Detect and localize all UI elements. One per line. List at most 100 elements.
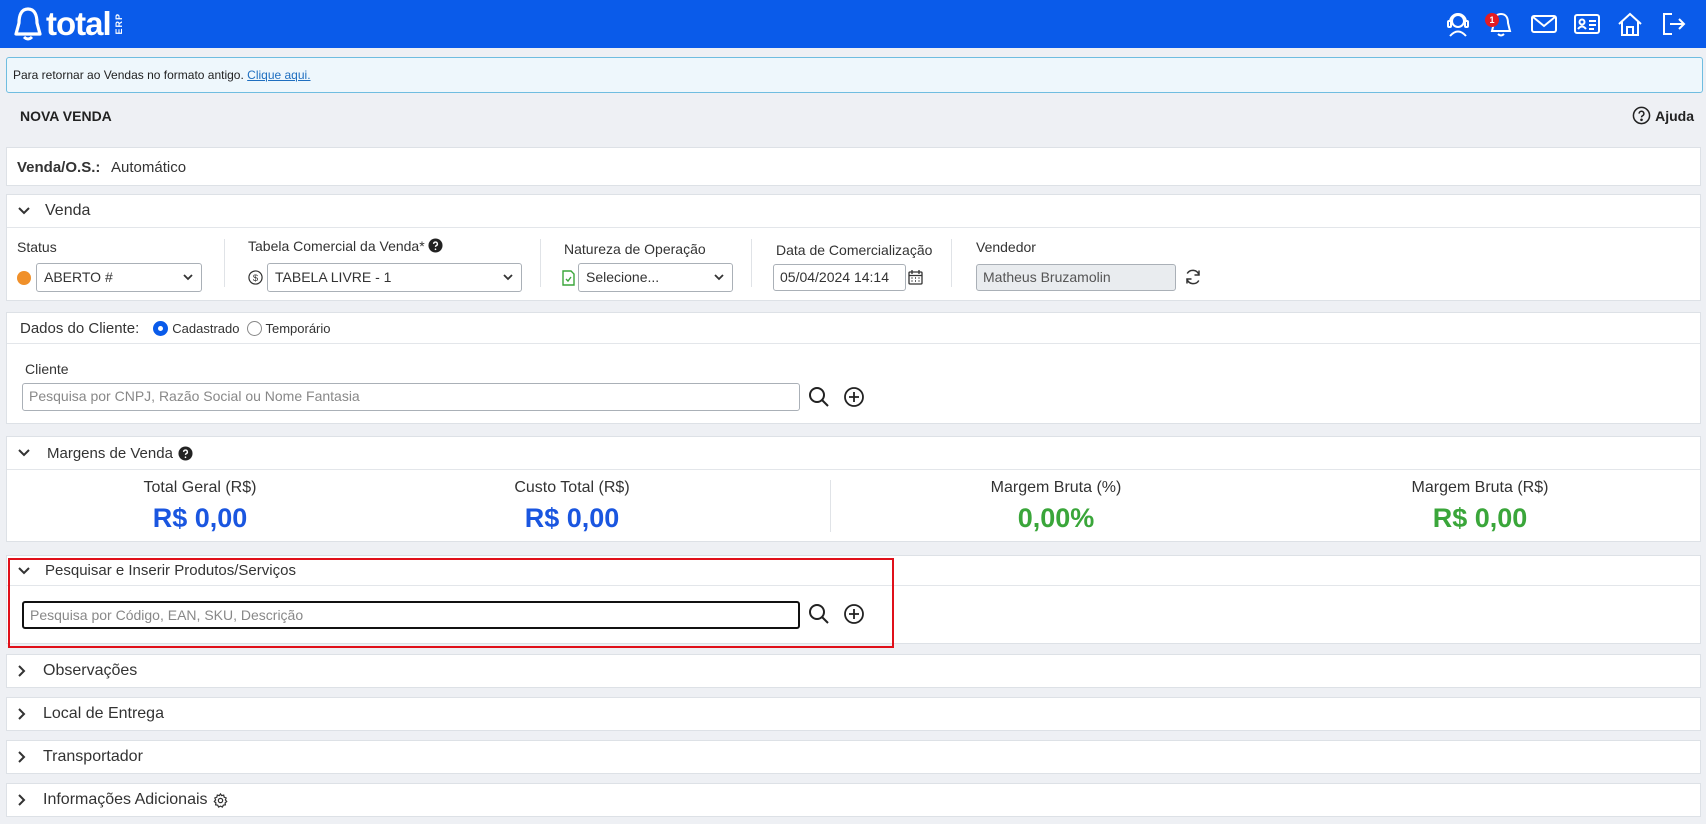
vendedor-input: Matheus Bruzamolin	[976, 264, 1176, 291]
mail-icon[interactable]	[1522, 8, 1565, 40]
local-entrega-section[interactable]: Local de Entrega	[6, 697, 1701, 731]
cliente-search-placeholder: Pesquisa por CNPJ, Razão Social ou Nome …	[29, 388, 360, 404]
order-value: Automático	[111, 159, 187, 176]
radio-unchecked-icon	[247, 320, 263, 336]
support-agent-icon[interactable]	[1436, 8, 1479, 40]
produto-search-input[interactable]: Pesquisa por Código, EAN, SKU, Descrição	[22, 601, 800, 629]
transportador-title: Transportador	[43, 748, 143, 765]
question-circle-icon[interactable]	[428, 238, 443, 253]
notification-badge: 1	[1485, 13, 1499, 27]
natureza-select[interactable]: Selecione...	[578, 263, 733, 292]
chevron-right-icon	[18, 665, 26, 677]
divider	[540, 239, 541, 287]
venda-title: Venda	[45, 202, 91, 219]
logo-text: total	[46, 5, 112, 42]
status-select[interactable]: ABERTO #	[36, 263, 202, 292]
question-circle-icon[interactable]	[178, 445, 193, 461]
tabela-select-value: TABELA LIVRE - 1	[275, 269, 392, 285]
gear-icon[interactable]	[212, 792, 228, 808]
question-circle-icon	[1632, 106, 1651, 125]
venda-panel: Venda Status ABERTO # Tabela Comercial d…	[6, 194, 1701, 301]
tabela-label-text: Tabela Comercial da Venda*	[248, 238, 425, 254]
chevron-down-icon	[183, 274, 193, 281]
status-label: Status	[17, 239, 57, 255]
radio-cadastrado[interactable]: Cadastrado	[153, 320, 240, 336]
status-select-value: ABERTO #	[44, 269, 113, 285]
produtos-title: Pesquisar e Inserir Produtos/Serviços	[45, 562, 296, 579]
informacoes-adicionais-section[interactable]: Informações Adicionais	[6, 783, 1701, 817]
cliente-header: Dados do Cliente: Cadastrado Temporário	[7, 313, 1700, 344]
tabela-select[interactable]: TABELA LIVRE - 1	[267, 263, 522, 292]
metric-value: R$ 0,00	[524, 503, 620, 533]
chevron-right-icon	[18, 708, 26, 720]
svg-text:$: $	[253, 273, 259, 283]
chevron-down-icon	[714, 274, 724, 281]
radio-temporario-label: Temporário	[265, 320, 331, 336]
legacy-notice: Para retornar ao Vendas no formato antig…	[6, 57, 1703, 93]
logo-bell-icon	[14, 7, 42, 41]
chevron-right-icon	[18, 751, 26, 763]
contact-card-icon[interactable]	[1565, 8, 1608, 40]
produtos-header[interactable]: Pesquisar e Inserir Produtos/Serviços	[7, 556, 1700, 586]
observacoes-section[interactable]: Observações	[6, 654, 1701, 688]
divider	[751, 239, 752, 287]
metric-value: 0,00%	[1017, 503, 1095, 533]
margens-panel: Margens de Venda Total Geral (R$) R$ 0,0…	[6, 436, 1701, 542]
add-circle-icon[interactable]	[843, 603, 865, 625]
page-title: NOVA VENDA	[20, 108, 112, 124]
add-circle-icon[interactable]	[843, 386, 865, 408]
notice-link[interactable]: Clique aqui.	[247, 68, 310, 82]
cliente-search-input[interactable]: Pesquisa por CNPJ, Razão Social ou Nome …	[22, 383, 800, 411]
status-dot	[17, 271, 31, 285]
search-icon[interactable]	[807, 602, 831, 626]
order-number-panel: Venda/O.S.: Automático	[6, 147, 1701, 186]
natureza-label: Natureza de Operação	[564, 241, 706, 257]
cliente-panel: Dados do Cliente: Cadastrado Temporário …	[6, 312, 1701, 424]
chevron-down-icon	[18, 449, 30, 457]
natureza-select-value: Selecione...	[586, 269, 660, 285]
logo-erp: ERP	[113, 13, 124, 35]
produtos-panel: Pesquisar e Inserir Produtos/Serviços Pe…	[6, 555, 1701, 644]
chevron-down-icon	[18, 207, 30, 215]
radio-checked-icon	[153, 320, 169, 336]
search-icon[interactable]	[807, 385, 831, 409]
logo[interactable]: total ERP	[12, 6, 124, 42]
data-input[interactable]: 05/04/2024 14:14	[773, 264, 906, 291]
chevron-right-icon	[18, 794, 26, 806]
help-button[interactable]: Ajuda	[1632, 106, 1694, 125]
metric-label: Total Geral (R$)	[143, 479, 257, 496]
divider	[224, 239, 225, 287]
dollar-circle-icon: $	[248, 270, 263, 285]
radio-cadastrado-label: Cadastrado	[172, 320, 240, 336]
informacoes-adicionais-title: Informações Adicionais	[43, 791, 208, 808]
local-entrega-title: Local de Entrega	[43, 705, 164, 722]
order-label: Venda/O.S.:	[17, 159, 101, 176]
top-bar: total ERP 1	[0, 0, 1706, 48]
document-check-icon	[562, 270, 575, 286]
metric-value: R$ 0,00	[1432, 503, 1528, 533]
notice-text: Para retornar ao Vendas no formato antig…	[13, 68, 244, 82]
top-icons: 1	[1436, 8, 1694, 40]
produto-search-placeholder: Pesquisa por Código, EAN, SKU, Descrição	[30, 607, 304, 623]
calendar-icon[interactable]	[908, 269, 923, 285]
metric-label: Margem Bruta (R$)	[1411, 479, 1549, 496]
observacoes-title: Observações	[43, 662, 138, 679]
help-label: Ajuda	[1655, 107, 1694, 124]
metric-value: R$ 0,00	[152, 503, 248, 533]
vendedor-label: Vendedor	[976, 239, 1036, 255]
divider	[830, 480, 831, 532]
metric-label: Custo Total (R$)	[514, 479, 630, 496]
data-label: Data de Comercialização	[776, 242, 933, 258]
home-icon[interactable]	[1608, 8, 1651, 40]
chevron-down-icon	[18, 566, 30, 574]
logout-icon[interactable]	[1651, 8, 1694, 40]
bell-icon[interactable]: 1	[1479, 8, 1522, 40]
radio-temporario[interactable]: Temporário	[247, 320, 331, 336]
transportador-section[interactable]: Transportador	[6, 740, 1701, 774]
metric-label: Margem Bruta (%)	[990, 479, 1122, 496]
cliente-title: Dados do Cliente:	[20, 319, 140, 337]
margens-header[interactable]: Margens de Venda	[7, 437, 1700, 470]
margens-title: Margens de Venda	[47, 444, 173, 462]
venda-header[interactable]: Venda	[7, 195, 1700, 228]
refresh-icon[interactable]	[1184, 268, 1202, 286]
